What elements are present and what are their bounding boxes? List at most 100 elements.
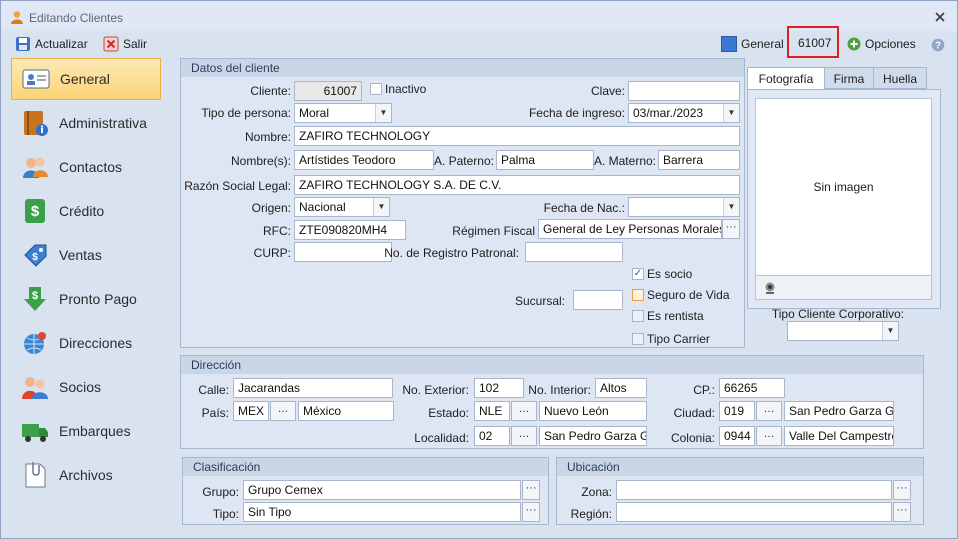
nav-item-credito[interactable]: $ Crédito	[11, 190, 161, 232]
client-label: Cliente:	[250, 84, 291, 98]
nav-item-general[interactable]: General	[11, 58, 161, 100]
origin-select[interactable]: Nacional ▼	[294, 197, 390, 217]
locality-code-input[interactable]: 02	[474, 426, 510, 446]
general-label: General	[741, 37, 784, 51]
close-icon[interactable]	[934, 11, 946, 23]
state-browse-button[interactable]: …	[511, 401, 537, 421]
legal-name-label: Razón Social Legal:	[184, 179, 291, 193]
inactive-checkbox[interactable]	[370, 83, 382, 95]
refresh-label: Actualizar	[35, 37, 88, 51]
city-name-field: San Pedro Garza García	[784, 401, 894, 421]
tax-regime-browse-button[interactable]: ···	[722, 219, 740, 239]
first-names-input[interactable]: Artístides Teodoro	[294, 150, 434, 170]
rentier-checkbox[interactable]	[632, 310, 644, 322]
tab-signature[interactable]: Firma	[824, 67, 874, 89]
origin-value: Nacional	[299, 200, 346, 214]
options-button[interactable]: Opciones	[847, 35, 916, 53]
branch-input[interactable]	[573, 290, 623, 310]
address-title: Dirección	[181, 356, 923, 374]
group-label: Grupo:	[202, 485, 239, 499]
svg-text:$: $	[31, 203, 40, 220]
employer-registry-label: No. de Registro Patronal:	[384, 246, 519, 260]
tax-regime-label: Régimen Fiscal	[452, 224, 535, 238]
clave-input[interactable]	[628, 81, 740, 101]
country-code-input[interactable]: MEX	[233, 401, 269, 421]
exit-icon	[103, 36, 119, 52]
tab-fingerprint[interactable]: Huella	[873, 67, 927, 89]
rfc-input[interactable]: ZTE090820MH4	[294, 220, 406, 240]
neighborhood-browse-button[interactable]: …	[756, 426, 782, 446]
is-partner-label: Es socio	[647, 267, 693, 281]
binder-info-icon	[21, 109, 49, 137]
nav-item-archivos[interactable]: Archivos	[11, 454, 161, 496]
city-browse-button[interactable]: …	[756, 401, 782, 421]
type-browse-button[interactable]: ···	[522, 502, 540, 522]
chevron-down-icon: ▼	[723, 198, 739, 216]
nav-item-pronto-pago[interactable]: $ Pronto Pago	[11, 278, 161, 320]
chevron-down-icon: ▼	[373, 198, 389, 216]
paternal-surname-input[interactable]: Palma	[496, 150, 594, 170]
nav-item-ventas[interactable]: $ Ventas	[11, 234, 161, 276]
nav-item-contactos[interactable]: Contactos	[11, 146, 161, 188]
zone-browse-button[interactable]: ···	[893, 480, 911, 500]
birth-date-picker[interactable]: ▼	[628, 197, 740, 217]
refresh-button[interactable]: Actualizar	[15, 35, 88, 53]
nav-item-direcciones[interactable]: Direcciones	[11, 322, 161, 364]
tab-photo[interactable]: Fotografía	[747, 67, 825, 90]
zone-input[interactable]	[616, 480, 892, 500]
corporate-type-select[interactable]: ▼	[787, 321, 899, 341]
branch-label: Sucursal:	[514, 294, 565, 308]
nav-label-credito: Crédito	[59, 203, 105, 219]
address-group: Dirección Calle: Jacarandas No. Exterior…	[180, 355, 924, 449]
postal-code-input[interactable]: 66265	[719, 378, 785, 398]
locality-browse-button[interactable]: …	[511, 426, 537, 446]
int-number-input[interactable]: Altos	[595, 378, 647, 398]
exit-button[interactable]: Salir	[103, 35, 147, 53]
type-input[interactable]: Sin Tipo	[243, 502, 521, 522]
employer-registry-input[interactable]	[525, 242, 623, 262]
webcam-icon[interactable]	[763, 281, 777, 295]
state-name-field: Nuevo León	[539, 401, 647, 421]
person-type-value: Moral	[299, 106, 330, 120]
svg-text:$: $	[32, 290, 38, 302]
nav-item-socios[interactable]: Socios	[11, 366, 161, 408]
region-input[interactable]	[616, 502, 892, 522]
contacts-icon	[21, 153, 49, 181]
photo-preview[interactable]: Sin imagen	[755, 98, 932, 276]
nav-item-administrativa[interactable]: Administrativa	[11, 102, 161, 144]
legal-name-input[interactable]: ZAFIRO TECHNOLOGY S.A. DE C.V.	[294, 175, 740, 195]
first-names-label: Nombre(s):	[230, 154, 291, 168]
entry-date-picker[interactable]: 03/mar./2023 ▼	[628, 103, 740, 123]
help-icon[interactable]: ?	[931, 38, 945, 52]
tax-regime-input[interactable]: General de Ley Personas Morales	[538, 219, 722, 239]
carrier-type-checkbox[interactable]	[632, 333, 644, 345]
group-input[interactable]: Grupo Cemex	[243, 480, 521, 500]
client-app-icon	[10, 10, 24, 24]
entry-date-label: Fecha de ingreso:	[528, 106, 625, 120]
name-input[interactable]: ZAFIRO TECHNOLOGY	[294, 126, 740, 146]
region-browse-button[interactable]: ···	[893, 502, 911, 522]
curp-input[interactable]	[294, 242, 392, 262]
rfc-label: RFC:	[263, 224, 291, 238]
locality-name-field: San Pedro Garza García	[539, 426, 647, 446]
state-code-input[interactable]: NLE	[474, 401, 510, 421]
person-type-select[interactable]: Moral ▼	[294, 103, 392, 123]
group-browse-button[interactable]: ···	[522, 480, 540, 500]
client-code-display: 61007	[798, 36, 832, 50]
general-color-swatch	[721, 36, 737, 52]
street-input[interactable]: Jacarandas	[233, 378, 393, 398]
is-partner-checkbox[interactable]: ✓	[632, 268, 644, 280]
country-browse-button[interactable]: …	[270, 401, 296, 421]
corporate-type-label: Tipo Cliente Corporativo:	[771, 307, 905, 321]
int-number-label: No. Interior:	[528, 383, 591, 397]
money-card-icon: $	[21, 197, 49, 225]
nav-label-pronto-pago: Pronto Pago	[59, 291, 137, 307]
ext-number-input[interactable]: 102	[474, 378, 524, 398]
neighborhood-code-input[interactable]: 0944	[719, 426, 755, 446]
life-insurance-checkbox[interactable]	[632, 289, 644, 301]
save-icon	[15, 36, 31, 52]
nav-item-embarques[interactable]: Embarques	[11, 410, 161, 452]
city-code-input[interactable]: 019	[719, 401, 755, 421]
general-view-button[interactable]: General	[721, 35, 784, 53]
maternal-surname-input[interactable]: Barrera	[658, 150, 740, 170]
